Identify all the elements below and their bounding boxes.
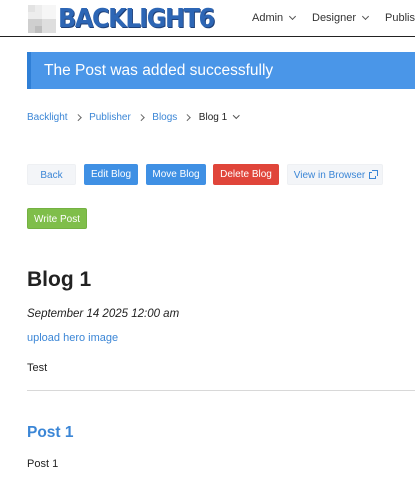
logo-squares-icon (28, 5, 56, 33)
write-post-button[interactable]: Write Post (27, 208, 87, 229)
blog-date: September 14 2025 12:00 am (27, 308, 180, 320)
external-link-icon (369, 170, 379, 179)
back-button[interactable]: Back (27, 164, 76, 185)
move-blog-button[interactable]: Move Blog (146, 164, 206, 185)
success-banner: The Post was added successfully (27, 52, 415, 89)
nav-admin[interactable]: Admin (252, 0, 297, 36)
backlight-logo[interactable]: BACKLIGHT6 (28, 4, 227, 34)
breadcrumb-current-label: Blog 1 (198, 111, 228, 123)
chevron-down-icon (289, 12, 297, 21)
chevron-right-icon (74, 113, 82, 121)
delete-blog-button[interactable]: Delete Blog (213, 164, 279, 185)
post-excerpt: Post 1 (27, 458, 59, 470)
blog-title: Blog 1 (27, 268, 92, 291)
upload-hero-image-link[interactable]: upload hero image (27, 331, 118, 345)
nav-designer[interactable]: Designer (312, 0, 370, 36)
post-title-link[interactable]: Post 1 (27, 423, 74, 443)
nav-publish-label: Publish (385, 12, 415, 24)
nav-publish[interactable]: Publish (385, 0, 415, 36)
top-header: BACKLIGHT6 Admin Designer Publish (0, 0, 415, 37)
logo-text: BACKLIGHT6 (58, 4, 215, 34)
view-in-browser-label: View in Browser (293, 170, 366, 181)
chevron-down-icon (361, 12, 370, 21)
breadcrumb-publisher[interactable]: Publisher (89, 112, 131, 123)
blog-body-text: Test (27, 362, 48, 374)
breadcrumb-blogs[interactable]: Blogs (152, 112, 177, 123)
breadcrumb-current[interactable]: Blog 1 (198, 111, 240, 123)
chevron-right-icon (137, 113, 145, 121)
nav-admin-label: Admin (252, 12, 284, 24)
edit-blog-button[interactable]: Edit Blog (84, 164, 138, 185)
breadcrumb-backlight[interactable]: Backlight (27, 112, 68, 123)
divider (27, 390, 415, 391)
breadcrumb: Backlight Publisher Blogs Blog 1 (27, 110, 240, 124)
nav-designer-label: Designer (312, 12, 357, 24)
view-in-browser-button[interactable]: View in Browser (287, 164, 383, 185)
success-message: The Post was added successfully (44, 62, 274, 79)
chevron-down-icon (233, 112, 240, 119)
chevron-right-icon (184, 113, 191, 121)
